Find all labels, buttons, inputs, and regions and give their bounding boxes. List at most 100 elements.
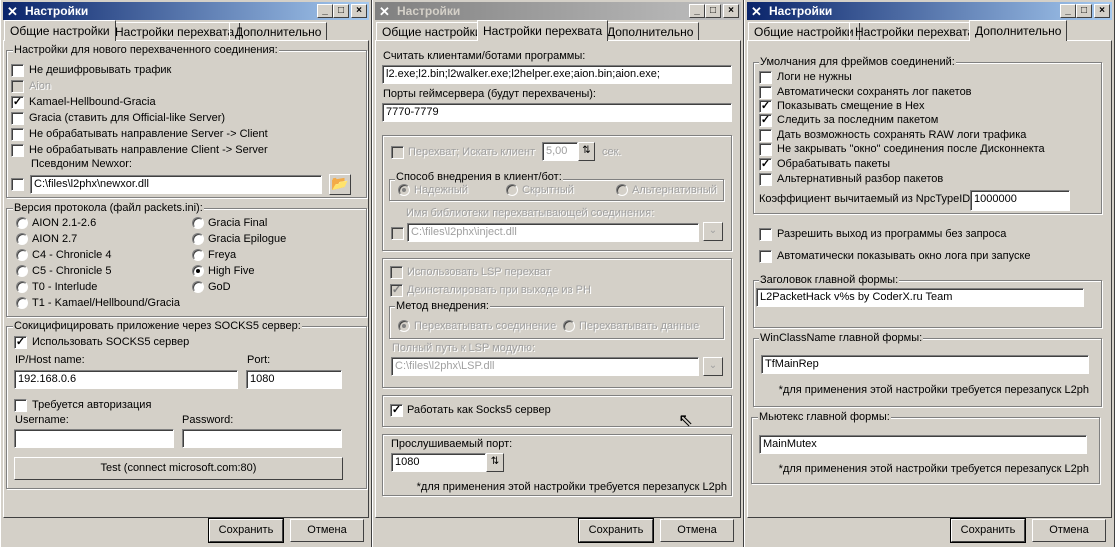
spin-updown-icon[interactable]: ⇅ (486, 453, 504, 472)
radio-t1[interactable] (16, 297, 28, 309)
checkbox-follow-last[interactable]: ✓ (759, 114, 772, 127)
tab-advanced[interactable]: Дополнительно (229, 22, 328, 40)
radio-gracia-final[interactable] (192, 217, 204, 229)
cancel-button[interactable]: Отмена (290, 519, 364, 542)
checkbox-socks5-server[interactable]: ✓ (390, 404, 403, 417)
checkbox-alt-parse[interactable] (759, 173, 772, 186)
newxor-path-input[interactable]: C:\files\l2phx\newxor.dll (30, 175, 322, 194)
clients-label: Считать клиентами/ботами программы: (383, 50, 586, 62)
tab-intercept[interactable]: Настройки перехвата (477, 20, 609, 41)
checkbox-no-decrypt[interactable] (11, 64, 24, 77)
tab-intercept[interactable]: Настройки перехвата (109, 22, 241, 40)
radio-intercept-data[interactable] (563, 320, 575, 332)
radio-label: High Five (208, 265, 255, 277)
maximize-button[interactable]: □ (333, 4, 349, 18)
minimize-button[interactable]: _ (1060, 4, 1076, 18)
password-input[interactable] (182, 429, 342, 448)
checkbox-kamael[interactable]: ✓ (11, 96, 24, 109)
group-legend: Сокицифицировать приложение через SOCKS5… (13, 319, 302, 333)
chevron-down-icon[interactable]: ⌄ (703, 357, 723, 376)
test-connection-button[interactable]: Test (connect microsoft.com:80) (14, 457, 343, 480)
ports-input[interactable]: 7770-7779 (382, 103, 732, 122)
title-bar[interactable]: ✕ Настройки _ □ × (375, 2, 741, 20)
title-bar[interactable]: ✕ Настройки _ □ × (3, 2, 369, 20)
close-button[interactable]: × (1094, 4, 1110, 18)
radio-label: T0 - Interlude (32, 281, 98, 293)
checkbox-keep-window[interactable] (759, 143, 772, 156)
radio-aion-27[interactable] (16, 233, 28, 245)
clients-input[interactable]: l2.exe;l2.bin;l2walker.exe;l2helper.exe;… (382, 65, 732, 84)
checkbox-no-server-client[interactable] (11, 128, 24, 141)
radio-freya[interactable] (192, 249, 204, 261)
classname-input[interactable]: TfMainRep (761, 355, 1089, 374)
radio-label: Gracia Final (208, 217, 268, 229)
group-legend: Настройки для нового перехваченного соед… (13, 43, 279, 57)
maximize-button[interactable]: □ (705, 4, 721, 18)
tab-intercept[interactable]: Настройки перехвата (849, 22, 981, 40)
radio-aion-21[interactable] (16, 217, 28, 229)
checkbox-auth-required[interactable] (14, 399, 27, 412)
checkbox-label: Требуется авторизация (32, 399, 152, 411)
checkbox-show-log[interactable] (759, 250, 772, 263)
close-button[interactable]: × (351, 4, 367, 18)
checkbox-process-packets[interactable]: ✓ (759, 158, 772, 171)
close-button[interactable]: × (723, 4, 739, 18)
radio-label: T1 - Kamael/Hellbound/Gracia (32, 297, 180, 309)
radio-hidden[interactable] (506, 184, 518, 196)
radio-t0[interactable] (16, 281, 28, 293)
checkbox-use-socks5[interactable]: ✓ (14, 336, 27, 349)
radio-god[interactable] (192, 281, 204, 293)
radio-intercept-connection[interactable] (398, 320, 410, 332)
checkbox-label: Aion (29, 80, 52, 92)
caption-input[interactable]: L2PacketHack v%s by CoderX.ru Team (756, 288, 1084, 307)
radio-gracia-epilogue[interactable] (192, 233, 204, 245)
spin-updown-icon[interactable]: ⇅ (578, 142, 595, 161)
username-input[interactable] (14, 429, 174, 448)
chevron-down-icon[interactable]: ⌄ (703, 222, 723, 241)
checkbox-no-client-server[interactable] (11, 144, 24, 157)
radio-alternative[interactable] (616, 184, 628, 196)
tab-advanced[interactable]: Дополнительно (969, 20, 1068, 41)
save-button[interactable]: Сохранить (578, 518, 654, 543)
maximize-button[interactable]: □ (1076, 4, 1092, 18)
radio-high-five[interactable] (192, 265, 204, 277)
interval-input[interactable]: 5,00 (542, 142, 578, 161)
tab-advanced[interactable]: Дополнительно (601, 22, 700, 40)
checkbox-no-logs[interactable] (759, 71, 772, 84)
save-button[interactable]: Сохранить (950, 518, 1026, 543)
checkbox-library[interactable] (391, 227, 404, 240)
radio-label: AION 2.7 (32, 233, 78, 245)
title-bar[interactable]: ✕ Настройки _ □ × (747, 2, 1112, 20)
checkbox-uninstall-lsp[interactable]: ✓ (390, 284, 403, 297)
mutex-input[interactable]: MainMutex (759, 435, 1087, 454)
radio-c4[interactable] (16, 249, 28, 261)
cancel-button[interactable]: Отмена (660, 519, 734, 542)
library-path-input[interactable]: C:\files\l2phx\inject.dll (407, 223, 699, 242)
checkbox-label: Следить за последним пакетом (777, 114, 939, 126)
minimize-button[interactable]: _ (317, 4, 333, 18)
minimize-button[interactable]: _ (689, 4, 705, 18)
cancel-button[interactable]: Отмена (1032, 519, 1106, 542)
checkbox-intercept[interactable] (391, 146, 404, 159)
checkbox-gracia[interactable] (11, 112, 24, 125)
tab-general[interactable]: Общие настройки (376, 22, 488, 40)
checkbox-use-lsp[interactable] (390, 266, 403, 279)
radio-c5[interactable] (16, 265, 28, 277)
npc-coefficient-input[interactable]: 1000000 (970, 190, 1070, 211)
tab-general[interactable]: Общие настройки (748, 22, 860, 40)
checkbox-raw-logs[interactable] (759, 129, 772, 142)
port-input[interactable]: 1080 (246, 370, 342, 389)
lsp-path-input[interactable]: C:\files\l2phx\LSP.dll (391, 357, 699, 376)
checkbox-label: Kamael-Hellbound-Gracia (29, 96, 156, 108)
checkbox-autosave-log[interactable] (759, 86, 772, 99)
save-button[interactable]: Сохранить (208, 518, 284, 543)
checkbox-allow-exit[interactable] (759, 228, 772, 241)
tab-general[interactable]: Общие настройки (4, 20, 116, 41)
checkbox-hex-offset[interactable]: ✓ (759, 100, 772, 113)
radio-reliable[interactable] (398, 184, 410, 196)
listen-port-input[interactable]: 1080 (391, 453, 486, 472)
folder-open-icon[interactable]: 📂 (329, 174, 351, 195)
host-input[interactable]: 192.168.0.6 (14, 370, 238, 389)
checkbox-newxor[interactable] (11, 178, 24, 191)
checkbox-aion[interactable] (11, 80, 24, 93)
